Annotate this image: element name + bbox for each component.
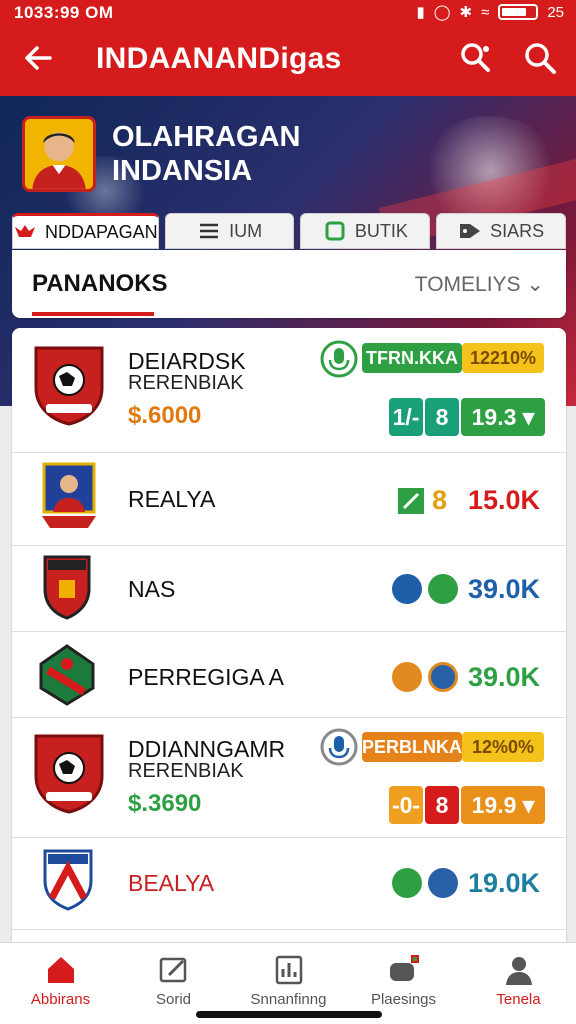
edit-icon: [159, 957, 186, 983]
eagle-badge-icon: [428, 574, 458, 604]
stat-dropdown[interactable]: 19.9 ▾: [461, 786, 545, 824]
nav-snnanfinng[interactable]: Snnanfinng: [231, 949, 346, 1008]
trend-badge: PERBLNKA: [362, 732, 462, 762]
mic-badge-icon: [320, 728, 358, 766]
battery-icon: [498, 4, 539, 20]
eagle-icon: [15, 225, 35, 237]
trend-percent: 12210%: [462, 343, 544, 373]
stat-chip: -0-: [389, 786, 423, 824]
app-title: INDAANANDigas: [96, 42, 342, 75]
shield-icon: ◯: [433, 4, 451, 21]
athlete-name: REALYA: [128, 486, 216, 512]
bluetooth-icon: ✱: [459, 4, 473, 21]
athlete-price: $.3690: [128, 790, 202, 817]
athlete-name: BEALYA: [128, 870, 215, 896]
hero-title: OLAHRAGAN INDANSIA: [112, 121, 301, 187]
wifi-icon: ≈: [481, 3, 490, 21]
trend-up-icon: [398, 488, 424, 514]
tab-butik[interactable]: BUTIK: [300, 213, 431, 249]
battery-level: 25: [547, 3, 564, 21]
athlete-name: DEIARDSK: [128, 348, 246, 374]
athlete-value: 39.0K: [468, 574, 541, 604]
athlete-avatar: [22, 116, 96, 192]
club-crest-icon: [43, 555, 91, 620]
list-item[interactable]: NAS 39.0K: [12, 546, 566, 632]
tag-icon: [460, 224, 481, 238]
tab-siars[interactable]: SIARS: [436, 213, 566, 249]
share-search-icon[interactable]: [458, 40, 494, 76]
athlete-name: NAS: [128, 576, 176, 602]
list-item[interactable]: BEALYA 19.0K: [12, 838, 566, 930]
mic-badge-icon: [320, 340, 358, 378]
status-icons: ▮ ◯ ✱ ≈ 25: [416, 3, 564, 22]
list-icon: [200, 223, 219, 239]
list-item-partial: [12, 930, 566, 942]
section-header: PANANOKS TOMELIYS ⌄: [12, 250, 566, 318]
list-item[interactable]: REALYA 8 15.0K: [12, 454, 566, 546]
athlete-name: PERREGIGA A: [128, 664, 284, 690]
home-indicator: [196, 1011, 382, 1018]
nav-sorid[interactable]: Sorid: [116, 949, 231, 1008]
home-icon: [47, 957, 74, 983]
stat-chip: 8: [425, 398, 459, 436]
shield-badge-icon: [428, 868, 458, 898]
tab-nddapagan[interactable]: NDDAPAGAN: [12, 213, 159, 249]
trend-percent: 12%0%: [462, 732, 544, 762]
back-arrow-icon[interactable]: [20, 40, 56, 76]
category-tabs: NDDAPAGAN IUM BUTIK SIARS: [12, 213, 566, 249]
athlete-subtitle: RERENBIAK: [128, 760, 244, 782]
athlete-value: 39.0K: [468, 662, 541, 692]
section-underline: [32, 312, 154, 316]
signal-icon: ▮: [416, 4, 425, 21]
club-crest-icon: [34, 346, 104, 426]
fox-badge-icon: [392, 662, 422, 692]
section-title: PANANOKS: [32, 270, 168, 297]
trend-badge: TFRN.KKA: [362, 343, 462, 373]
list-item[interactable]: DEIARDSK RERENBIAK $.6000 TFRN.KKA 12210…: [12, 328, 566, 453]
club-crest-icon: [34, 734, 104, 814]
search-icon[interactable]: [522, 40, 558, 76]
athlete-value: 19.0K: [468, 868, 541, 898]
nav-home[interactable]: Abbirans: [3, 949, 118, 1008]
profile-icon: [505, 957, 532, 985]
app-bar: INDAANANDigas: [0, 26, 576, 96]
athlete-subtitle: RERENBIAK: [128, 372, 244, 394]
status-bar: 1033:99 OM ▮ ◯ ✱ ≈ 25: [0, 0, 576, 26]
stat-chip: 8: [425, 786, 459, 824]
user-badge-icon: [392, 574, 422, 604]
shop-icon: [325, 221, 345, 241]
stat-chip: 1/-: [389, 398, 423, 436]
nav-plaesings[interactable]: Plaesings: [346, 949, 461, 1008]
status-time: 1033:99 OM: [14, 3, 114, 22]
club-crest-icon: [43, 849, 93, 911]
list-item[interactable]: PERREGIGA A 39.0K: [12, 632, 566, 718]
stat-dropdown[interactable]: 19.3 ▾: [461, 398, 545, 436]
stat-chip: 8: [432, 485, 448, 515]
game-icon: [389, 955, 419, 981]
list-item[interactable]: DDIANNGAMR RERENBIAK $.3690 PERBLNKA 12%…: [12, 718, 566, 838]
ranking-icon: [275, 955, 302, 985]
athlete-list: DEIARDSK RERENBIAK $.6000 TFRN.KKA 12210…: [12, 328, 566, 942]
search-badge-icon: [392, 868, 422, 898]
club-crest-icon: [39, 644, 95, 706]
tab-ium[interactable]: IUM: [164, 213, 295, 249]
club-crest-icon: [42, 462, 96, 528]
athlete-name: DDIANNGAMR: [128, 736, 286, 762]
sort-dropdown[interactable]: TOMELIYS ⌄: [415, 272, 544, 297]
athlete-price: $.6000: [128, 402, 202, 429]
nav-tenela[interactable]: Tenela: [461, 949, 576, 1008]
shield-badge-icon: [428, 662, 458, 692]
athlete-value: 15.0K: [468, 485, 541, 515]
